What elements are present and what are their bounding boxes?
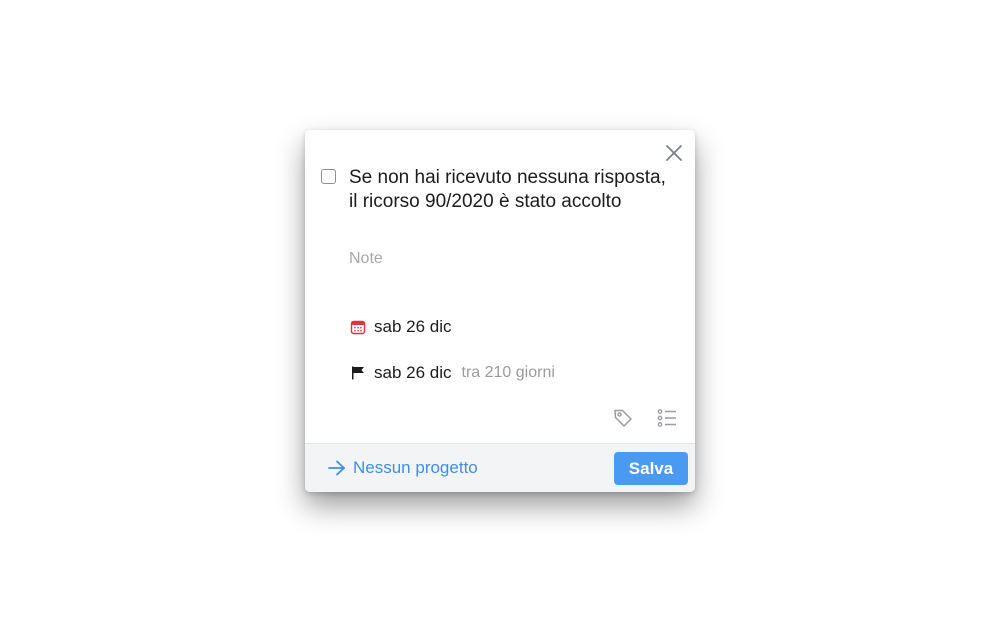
deadline-relative-label: tra 210 giorni [461,364,555,381]
deadline-row[interactable]: sab 26 dic tra 210 giorni [349,362,555,384]
save-button[interactable]: Salva [614,452,688,485]
flag-icon [349,364,367,382]
tag-icon [614,409,632,427]
deadline-date-label: sab 26 dic [374,363,452,382]
checklist-icon [657,409,676,427]
move-to-project-button[interactable]: Nessun progetto [327,457,478,479]
project-label: Nessun progetto [353,458,478,477]
when-date-label: sab 26 dic [374,317,452,336]
task-complete-checkbox[interactable] [321,169,336,184]
arrow-right-icon [327,459,347,477]
dialog-footer: Nessun progetto Salva [305,443,695,492]
calendar-icon [349,318,367,336]
stage: Se non hai ricevuto nessuna risposta, il… [0,0,1000,625]
task-editor-dialog: Se non hai ricevuto nessuna risposta, il… [305,130,695,492]
checklist-button[interactable] [656,407,678,429]
close-button[interactable] [663,142,685,164]
notes-field[interactable]: Note [349,250,383,268]
when-date-row[interactable]: sab 26 dic [349,316,452,338]
task-title[interactable]: Se non hai ricevuto nessuna risposta, il… [349,166,679,214]
close-icon [666,145,682,161]
tag-button[interactable] [612,407,634,429]
